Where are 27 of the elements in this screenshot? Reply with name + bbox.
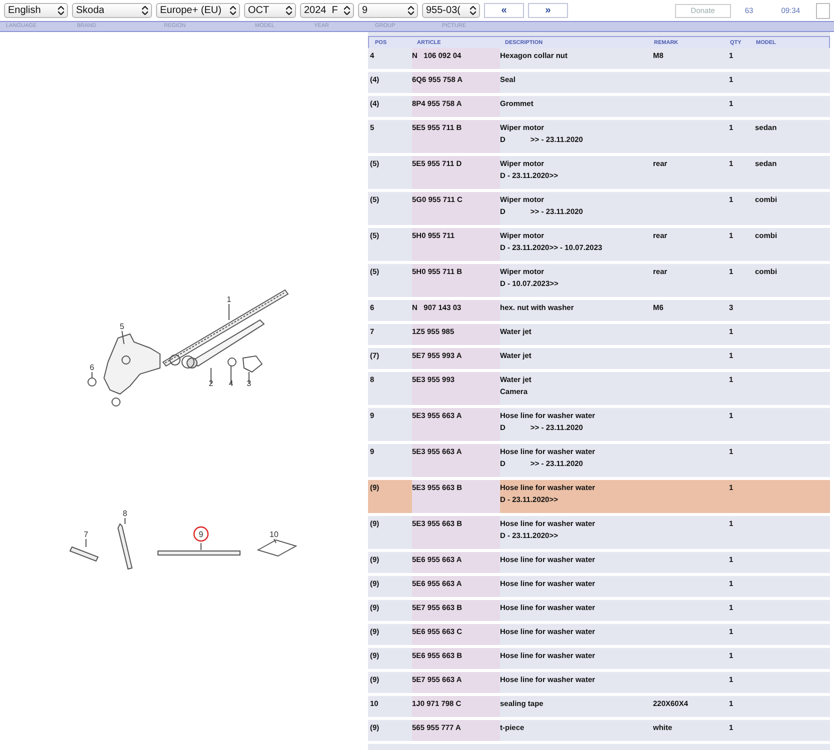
- dropdown[interactable]: Skoda: [72, 3, 152, 18]
- callout-number[interactable]: 8: [122, 509, 128, 518]
- updown-caret-icon: [344, 6, 350, 15]
- dropdown[interactable]: 9: [358, 3, 418, 18]
- updown-caret-icon: [58, 6, 64, 15]
- updown-caret-icon: [230, 6, 236, 15]
- updown-caret-icon: [470, 6, 476, 15]
- callout-number[interactable]: 2: [208, 379, 214, 388]
- dropdown[interactable]: 955-03(: [422, 3, 480, 18]
- dropdown[interactable]: OCT: [244, 3, 296, 18]
- callout-number[interactable]: 3: [246, 379, 252, 388]
- previous-button[interactable]: «: [484, 3, 524, 18]
- callout-number[interactable]: 9: [198, 530, 204, 539]
- updown-caret-icon: [142, 6, 148, 15]
- callout-number[interactable]: 7: [84, 530, 88, 539]
- updown-caret-icon: [286, 6, 292, 15]
- callout-number[interactable]: 4: [228, 379, 234, 388]
- blank-box[interactable]: [816, 2, 830, 18]
- updown-caret-icon: [408, 6, 414, 15]
- callout-number[interactable]: 5: [120, 322, 124, 331]
- dropdown[interactable]: English: [4, 3, 68, 18]
- callout-number[interactable]: 10: [270, 530, 278, 539]
- dropdown[interactable]: Europe+ (EU): [156, 3, 240, 18]
- callout-number[interactable]: 1: [226, 295, 232, 304]
- next-button[interactable]: »: [528, 3, 568, 18]
- callout-number[interactable]: 6: [90, 363, 94, 372]
- dropdown[interactable]: 2024 F: [300, 3, 354, 18]
